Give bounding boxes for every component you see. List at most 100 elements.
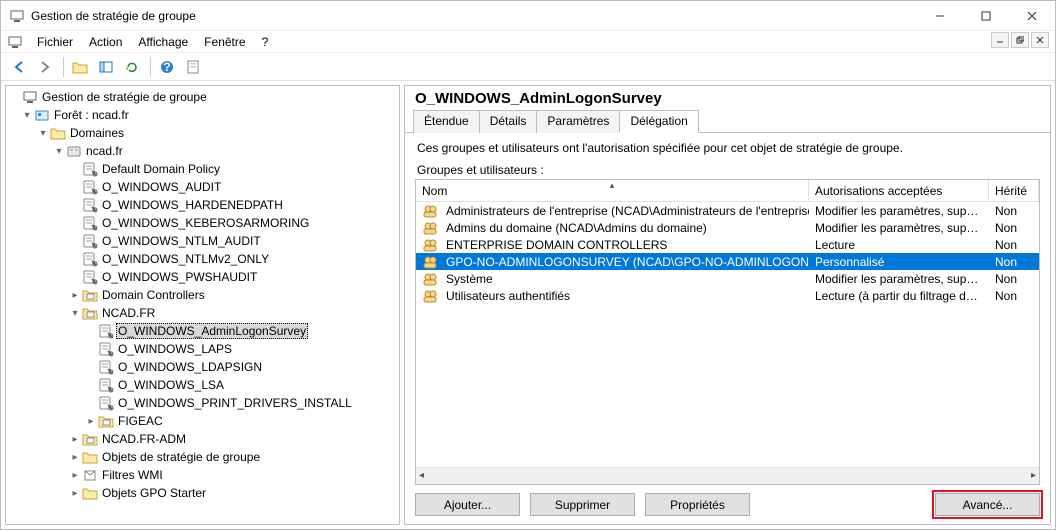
tree-forest[interactable]: Forêt : ncad.fr [6,106,399,124]
tree-ou-ncad-fr[interactable]: NCAD.FR [6,304,399,322]
console-icon [22,89,38,105]
tree-ou-figeac[interactable]: FIGEAC [6,412,399,430]
menu-action[interactable]: Action [81,33,130,51]
close-button[interactable] [1009,1,1055,31]
column-inherited[interactable]: Hérité [989,180,1039,201]
show-hide-tree-button[interactable] [94,56,118,78]
mdi-close-button[interactable] [1031,32,1049,48]
scroll-left-icon[interactable]: ◂ [419,470,424,481]
group-icon [422,220,438,236]
tab-settings[interactable]: Paramètres [536,110,620,133]
tab-scope[interactable]: Étendue [413,110,480,133]
svg-text:?: ? [163,60,170,74]
tree-wmi-filters[interactable]: Filtres WMI [6,466,399,484]
groups-users-label: Groupes et utilisateurs : [417,163,1040,177]
twisty-icon[interactable] [68,308,82,319]
gpo-link-icon [82,233,98,249]
twisty-icon[interactable] [20,110,34,121]
gpo-link-icon [98,395,114,411]
gpo-link-icon [82,269,98,285]
mmc-icon [7,34,23,50]
menu-file[interactable]: Fichier [29,33,81,51]
folder-icon [50,125,66,141]
tree-gpo-ntlm-audit[interactable]: O_WINDOWS_NTLM_AUDIT [6,232,399,250]
tree-gpo-lsa[interactable]: O_WINDOWS_LSA [6,376,399,394]
sort-asc-icon: ▴ [610,180,615,191]
menu-help[interactable]: ? [254,33,277,51]
delegation-list[interactable]: Nom ▴ Autorisations acceptées Hérité Adm… [415,179,1040,485]
twisty-icon[interactable] [84,416,98,427]
toolbar-separator-2 [150,57,151,77]
list-row[interactable]: SystèmeModifier les paramètres, supprime… [416,270,1039,287]
ou-icon [82,287,98,303]
back-button[interactable] [7,56,31,78]
twisty-icon[interactable] [68,470,82,481]
column-permissions[interactable]: Autorisations acceptées [809,180,989,201]
tree-gpo-adminlogonsurvey[interactable]: O_WINDOWS_AdminLogonSurvey [6,322,399,340]
gpo-link-icon [82,197,98,213]
twisty-icon[interactable] [68,290,82,301]
ou-icon [82,431,98,447]
column-name[interactable]: Nom ▴ [416,180,809,201]
list-row[interactable]: GPO-NO-ADMINLOGONSURVEY (NCAD\GPO-NO-ADM… [416,253,1039,270]
row-permissions: Modifier les paramètres, supprime... [809,204,989,218]
twisty-icon[interactable] [36,128,50,139]
maximize-button[interactable] [963,1,1009,31]
remove-button[interactable]: Supprimer [530,493,635,516]
tree-ou-domain-controllers[interactable]: Domain Controllers [6,286,399,304]
tree-gpo-objects[interactable]: Objets de stratégie de groupe [6,448,399,466]
menu-view[interactable]: Affichage [130,33,196,51]
tree-gpo-default-domain-policy[interactable]: Default Domain Policy [6,160,399,178]
wmi-icon [82,467,98,483]
tree-gpo-audit[interactable]: O_WINDOWS_AUDIT [6,178,399,196]
properties-button[interactable] [181,56,205,78]
forest-icon [34,107,50,123]
ou-icon [98,413,114,429]
row-name: ENTERPRISE DOMAIN CONTROLLERS [446,238,667,252]
tree-domain[interactable]: ncad.fr [6,142,399,160]
gpo-link-icon [82,251,98,267]
tree-gpo-hardenedpath[interactable]: O_WINDOWS_HARDENEDPATH [6,196,399,214]
mdi-restore-button[interactable] [1011,32,1029,48]
twisty-icon[interactable] [68,434,82,445]
titlebar: Gestion de stratégie de groupe [1,1,1055,31]
refresh-button[interactable] [120,56,144,78]
forward-button[interactable] [33,56,57,78]
menu-window[interactable]: Fenêtre [196,33,253,51]
tree-gpo-laps[interactable]: O_WINDOWS_LAPS [6,340,399,358]
twisty-icon[interactable] [52,146,66,157]
gpo-link-icon [98,323,114,339]
scroll-right-icon[interactable]: ▸ [1031,470,1036,481]
domain-icon [66,143,82,159]
up-button[interactable] [68,56,92,78]
minimize-button[interactable] [917,1,963,31]
tree-gpo-ldapsign[interactable]: O_WINDOWS_LDAPSIGN [6,358,399,376]
twisty-icon[interactable] [68,452,82,463]
twisty-icon[interactable] [68,488,82,499]
tree-gpo-print-drivers[interactable]: O_WINDOWS_PRINT_DRIVERS_INSTALL [6,394,399,412]
tab-details[interactable]: Détails [479,110,538,133]
tree-root[interactable]: Gestion de stratégie de groupe [6,88,399,106]
group-icon [422,203,438,219]
tab-strip: Étendue Détails Paramètres Délégation [405,109,1050,133]
add-button[interactable]: Ajouter... [415,493,520,516]
horizontal-scrollbar[interactable]: ◂ ▸ [416,467,1039,484]
tree-ou-ncad-fr-adm[interactable]: NCAD.FR-ADM [6,430,399,448]
tab-delegation[interactable]: Délégation [619,110,698,133]
tree-gpo-ntlmv2[interactable]: O_WINDOWS_NTLMv2_ONLY [6,250,399,268]
list-row[interactable]: Admins du domaine (NCAD\Admins du domain… [416,219,1039,236]
tree-pane[interactable]: Gestion de stratégie de groupe Forêt : n… [5,85,400,525]
help-button[interactable]: ? [155,56,179,78]
tree-gpo-kerberos[interactable]: O_WINDOWS_KEBEROSARMORING [6,214,399,232]
tree-starter-gpo[interactable]: Objets GPO Starter [6,484,399,502]
mdi-minimize-button[interactable] [991,32,1009,48]
tree-domains[interactable]: Domaines [6,124,399,142]
properties-button[interactable]: Propriétés [645,493,750,516]
row-name: Système [446,272,493,286]
list-row[interactable]: Utilisateurs authentifiésLecture (à part… [416,287,1039,304]
advanced-button[interactable]: Avancé... [935,493,1040,516]
gpo-link-icon [82,179,98,195]
list-row[interactable]: ENTERPRISE DOMAIN CONTROLLERSLectureNon [416,236,1039,253]
tree-gpo-pwshaudit[interactable]: O_WINDOWS_PWSHAUDIT [6,268,399,286]
list-row[interactable]: Administrateurs de l'entreprise (NCAD\Ad… [416,202,1039,219]
